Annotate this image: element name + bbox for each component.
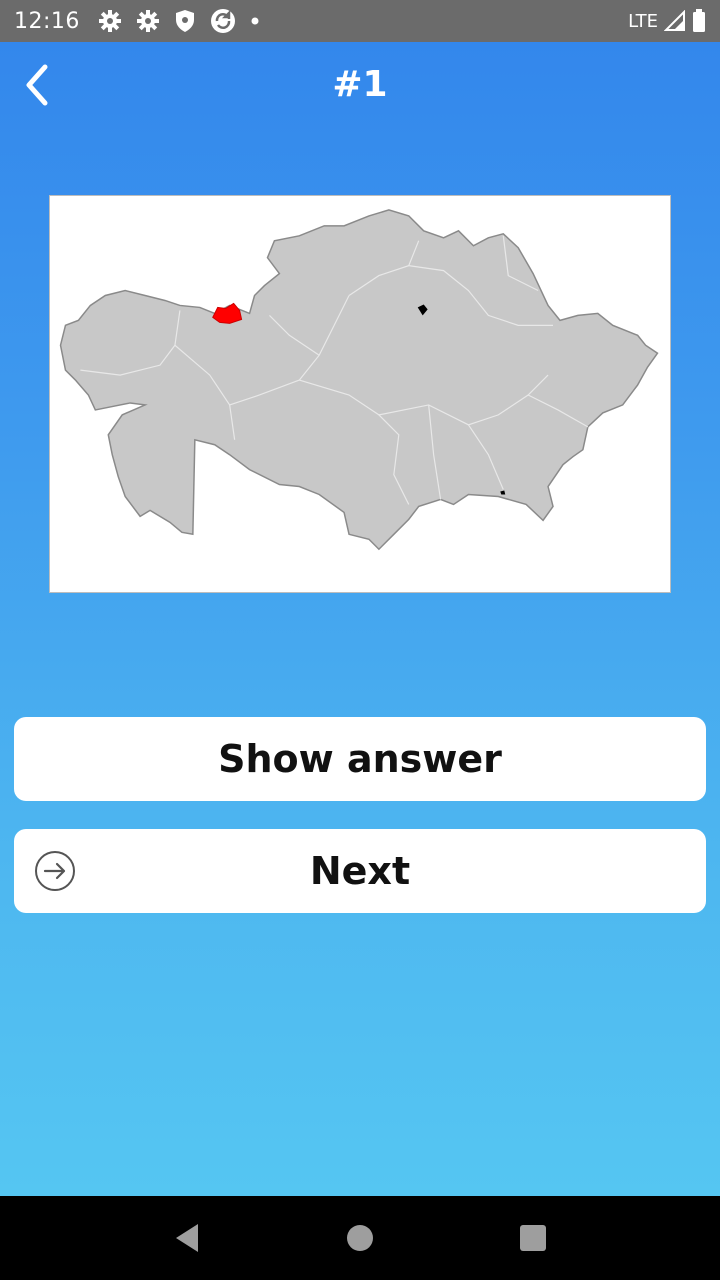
page-title: #1: [332, 64, 388, 105]
arrow-right-circle-icon: [35, 851, 75, 891]
shield-icon: [175, 10, 194, 32]
battery-icon: [693, 9, 705, 32]
settings-icon: [98, 10, 121, 32]
quiz-screen: #1 Show answer Next: [0, 42, 720, 1196]
sync-icon: [210, 9, 235, 33]
status-icons: [98, 8, 260, 34]
nav-home-button[interactable]: [330, 1208, 390, 1268]
show-answer-label: Show answer: [218, 737, 502, 781]
status-time: 12:16: [14, 8, 80, 34]
dot-icon: [251, 17, 259, 25]
nav-recents-button[interactable]: [503, 1208, 563, 1268]
home-circle-icon: [346, 1225, 373, 1251]
back-triangle-icon: [175, 1224, 198, 1252]
next-button[interactable]: Next: [14, 829, 706, 913]
map-image: [49, 195, 671, 593]
status-bar: 12:16 LTE: [0, 0, 720, 42]
toolbar: #1: [0, 42, 720, 132]
settings-icon: [136, 10, 159, 32]
network-type: LTE: [628, 10, 658, 32]
show-answer-button[interactable]: Show answer: [14, 717, 706, 801]
signal-icon: [664, 10, 685, 31]
status-right: LTE: [628, 9, 706, 33]
kazakhstan-map: [59, 209, 659, 551]
next-label: Next: [309, 849, 411, 893]
navigation-bar: [0, 1196, 720, 1280]
country-outline: [59, 209, 659, 551]
recents-square-icon: [520, 1225, 547, 1251]
nav-back-button[interactable]: [157, 1208, 217, 1268]
